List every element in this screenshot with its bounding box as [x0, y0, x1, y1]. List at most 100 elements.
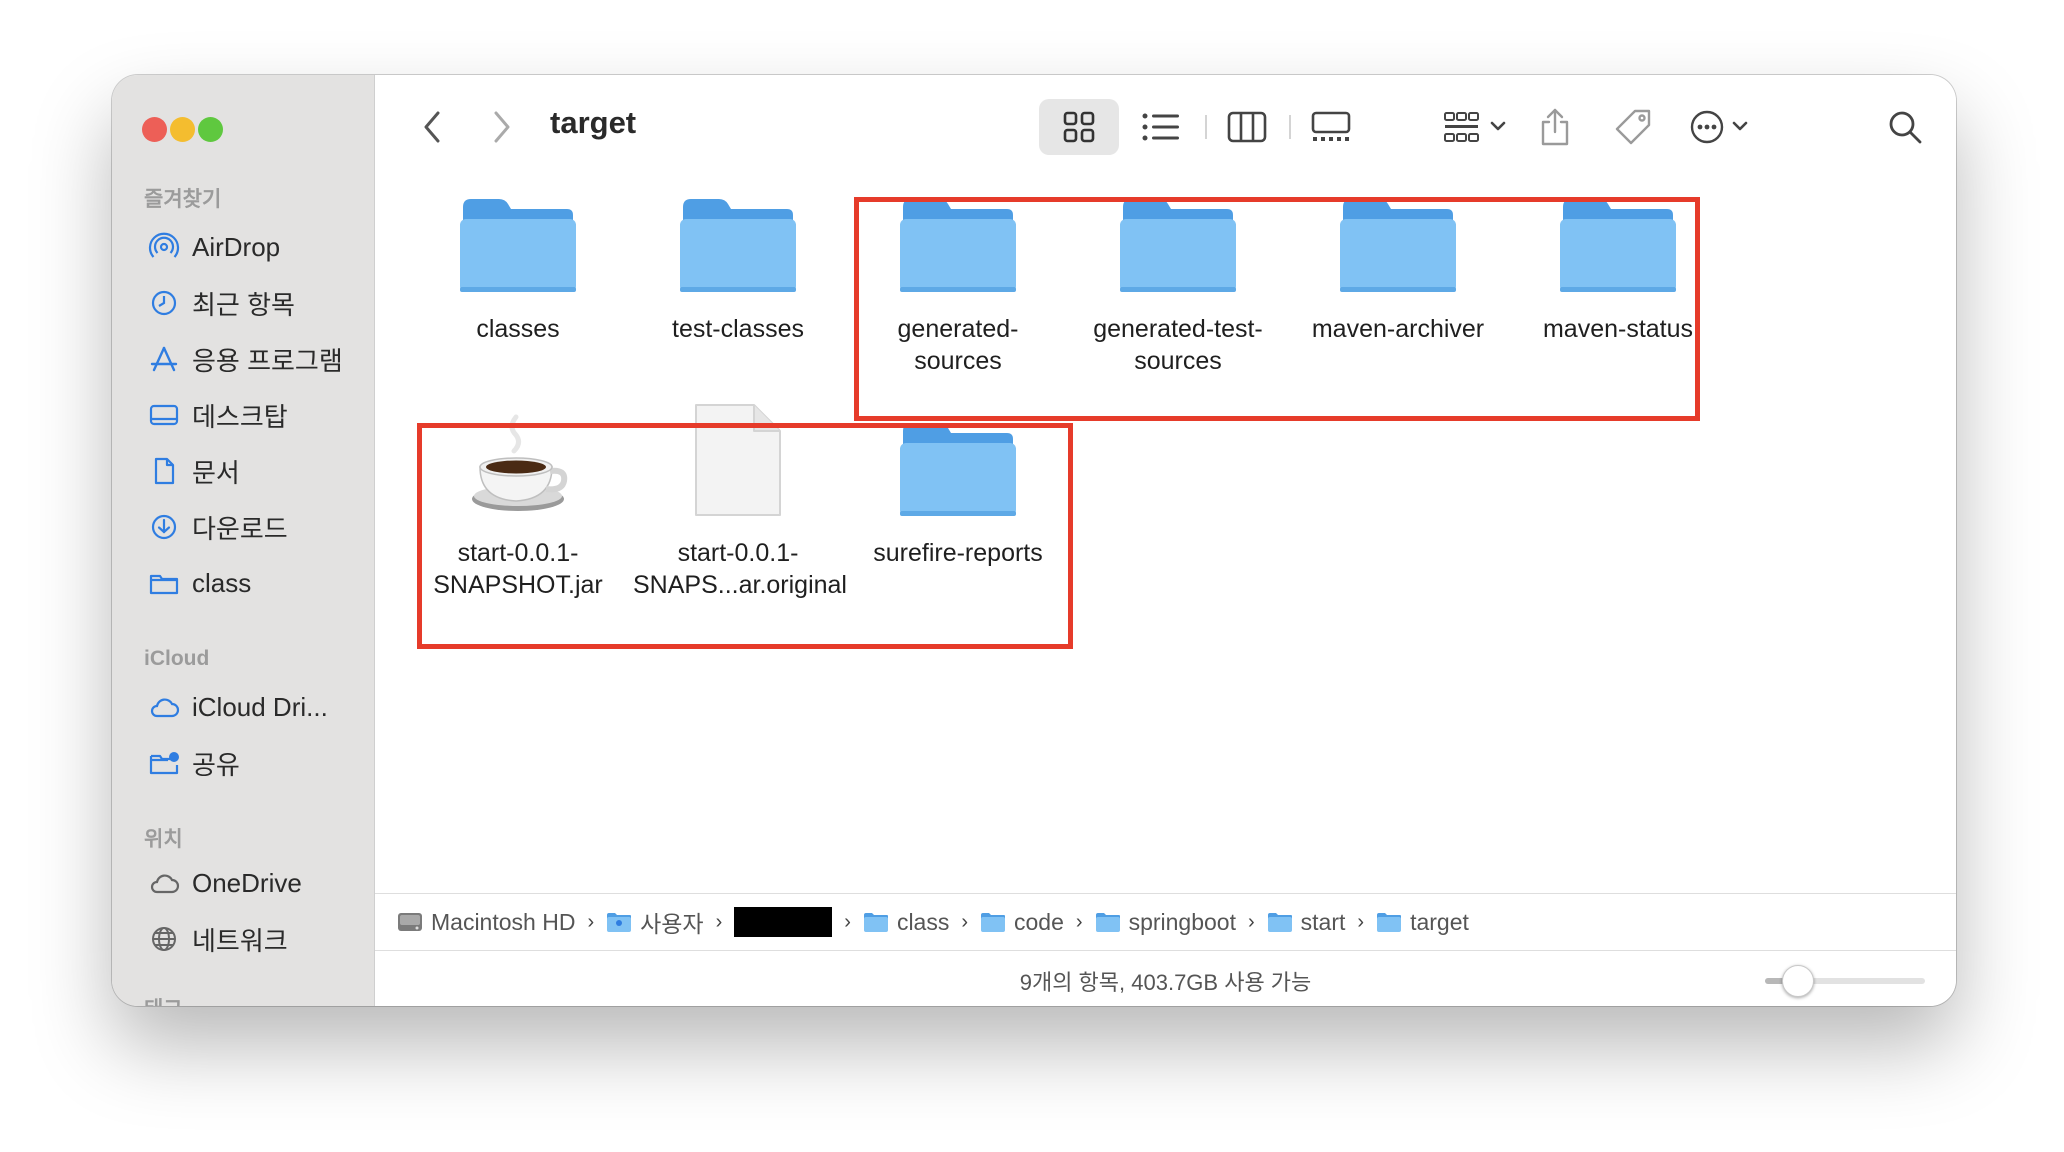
- chevron-right-icon: ›: [587, 910, 595, 933]
- document-icon: [154, 457, 175, 485]
- list-icon: [1142, 113, 1179, 141]
- sidebar-item-label: 공유: [192, 749, 240, 780]
- folder-icon: [460, 199, 576, 292]
- sidebar-item-label: OneDrive: [192, 867, 302, 898]
- sidebar-item-onedrive[interactable]: OneDrive: [148, 863, 302, 903]
- path-item-label: code: [1014, 908, 1064, 935]
- share-icon: [1541, 108, 1569, 146]
- file-name: test-classes: [633, 313, 843, 345]
- share-button[interactable]: [1525, 99, 1585, 155]
- path-item-users[interactable]: 사용자: [606, 905, 704, 939]
- path-item-code[interactable]: code: [980, 909, 1064, 936]
- chevron-right-icon: ›: [961, 910, 969, 933]
- back-button[interactable]: [415, 107, 449, 147]
- sidebar-item-label: class: [192, 567, 252, 598]
- column-view-button[interactable]: [1207, 99, 1287, 155]
- cloud-icon: [150, 698, 180, 718]
- finder-window: 즐겨찾기 AirDrop 최근 항목 응용 프로그램 데스크탑 문서 다운로드 …: [112, 75, 1956, 1006]
- sidebar-item-network[interactable]: 네트워크: [148, 919, 288, 959]
- chevron-left-icon: [424, 111, 440, 143]
- sidebar-item-label: 문서: [192, 457, 240, 488]
- sidebar-item-airdrop[interactable]: AirDrop: [148, 227, 280, 267]
- applications-icon: [150, 346, 178, 372]
- zoom-slider-knob[interactable]: [1782, 965, 1814, 997]
- chevron-right-icon: ›: [715, 910, 723, 933]
- tag-button[interactable]: [1603, 99, 1663, 155]
- folder-icon: [1377, 913, 1402, 932]
- gallery-view-button[interactable]: [1291, 99, 1371, 155]
- sidebar-item-label: 최근 항목: [192, 289, 295, 320]
- path-item-label: target: [1410, 908, 1469, 935]
- status-text: 9개의 항목, 403.7GB 사용 가능: [1019, 970, 1312, 995]
- group-grid-icon: [1444, 112, 1506, 142]
- path-item-macintosh-hd[interactable]: Macintosh HD: [397, 909, 575, 936]
- path-bar: Macintosh HD › 사용자 › › class › code › sp…: [375, 893, 1956, 950]
- sidebar-item-label: AirDrop: [192, 231, 281, 262]
- chevron-right-icon: ›: [1075, 910, 1083, 933]
- sidebar-item-downloads[interactable]: 다운로드: [148, 507, 288, 547]
- close-button[interactable]: [142, 117, 167, 142]
- hard-drive-icon: [398, 913, 422, 931]
- sidebar-item-recents[interactable]: 최근 항목: [148, 283, 295, 323]
- sidebar-item-applications[interactable]: 응용 프로그램: [148, 339, 343, 379]
- list-view-button[interactable]: [1121, 99, 1201, 155]
- sidebar-item-class[interactable]: class: [148, 563, 251, 603]
- search-button[interactable]: [1875, 99, 1935, 155]
- file-item-test-classes[interactable]: test-classes: [633, 165, 843, 345]
- file-name-line: classes: [476, 315, 560, 343]
- path-item-springboot[interactable]: springboot: [1095, 909, 1236, 936]
- globe-icon: [152, 927, 176, 951]
- sidebar-item-label: iCloud Dri...: [192, 691, 328, 722]
- status-bar: 9개의 항목, 403.7GB 사용 가능: [375, 950, 1956, 1006]
- sidebar-section-tags: 태그: [144, 993, 183, 1006]
- desktop-icon: [149, 404, 179, 426]
- minimize-button[interactable]: [170, 117, 195, 142]
- clock-icon: [151, 290, 177, 316]
- cloud-icon: [150, 874, 180, 894]
- highlight-box-top: [854, 197, 1700, 421]
- gallery-icon: [1311, 111, 1351, 141]
- window-title: target: [550, 105, 637, 140]
- folder-icon: [680, 199, 796, 292]
- airdrop-icon: [148, 232, 180, 258]
- columns-icon: [1227, 111, 1267, 143]
- path-item-class[interactable]: class: [863, 909, 949, 936]
- highlight-box-bottom: [417, 423, 1073, 649]
- sidebar-item-label: 응용 프로그램: [192, 345, 343, 376]
- folder-icon: [1095, 913, 1120, 932]
- file-item-classes[interactable]: classes: [413, 165, 623, 345]
- search-icon: [1889, 111, 1922, 144]
- group-button[interactable]: [1435, 99, 1515, 155]
- path-item-redacted-user[interactable]: [734, 907, 833, 937]
- sidebar-item-documents[interactable]: 문서: [148, 451, 240, 491]
- sidebar-section-icloud: iCloud: [144, 647, 210, 670]
- sidebar-item-icloud-drive[interactable]: iCloud Dri...: [148, 687, 328, 727]
- file-name: classes: [413, 313, 623, 345]
- chevron-right-icon: ›: [1247, 910, 1255, 933]
- folder-icon: [1267, 913, 1292, 932]
- chevron-right-icon: ›: [844, 910, 851, 933]
- folder-icon: [149, 574, 179, 595]
- path-item-label: springboot: [1128, 908, 1236, 935]
- users-folder-icon: [607, 913, 632, 932]
- chevron-right-icon: ›: [1357, 910, 1365, 933]
- folder-icon: [981, 913, 1006, 932]
- sidebar: 즐겨찾기 AirDrop 최근 항목 응용 프로그램 데스크탑 문서 다운로드 …: [112, 75, 375, 1006]
- redacted-username: [734, 907, 833, 937]
- sidebar-item-label: 네트워크: [192, 925, 288, 956]
- zoom-button[interactable]: [198, 117, 223, 142]
- main-content: target classes test-classes generated- s…: [375, 75, 1956, 1006]
- forward-button[interactable]: [485, 107, 519, 147]
- icon-view-button[interactable]: [1039, 99, 1119, 155]
- file-name-line: test-classes: [672, 315, 804, 343]
- sidebar-item-label: 데스크탑: [192, 401, 288, 432]
- path-item-target[interactable]: target: [1376, 909, 1469, 936]
- sidebar-item-shared[interactable]: 공유: [148, 743, 240, 783]
- shared-folder-icon: [149, 752, 179, 775]
- more-actions-button[interactable]: [1681, 99, 1761, 155]
- folder-icon: [863, 913, 888, 932]
- path-item-label: start: [1300, 908, 1346, 935]
- path-item-start[interactable]: start: [1267, 908, 1346, 936]
- sidebar-item-desktop[interactable]: 데스크탑: [148, 395, 288, 435]
- path-item-label: class: [896, 908, 950, 935]
